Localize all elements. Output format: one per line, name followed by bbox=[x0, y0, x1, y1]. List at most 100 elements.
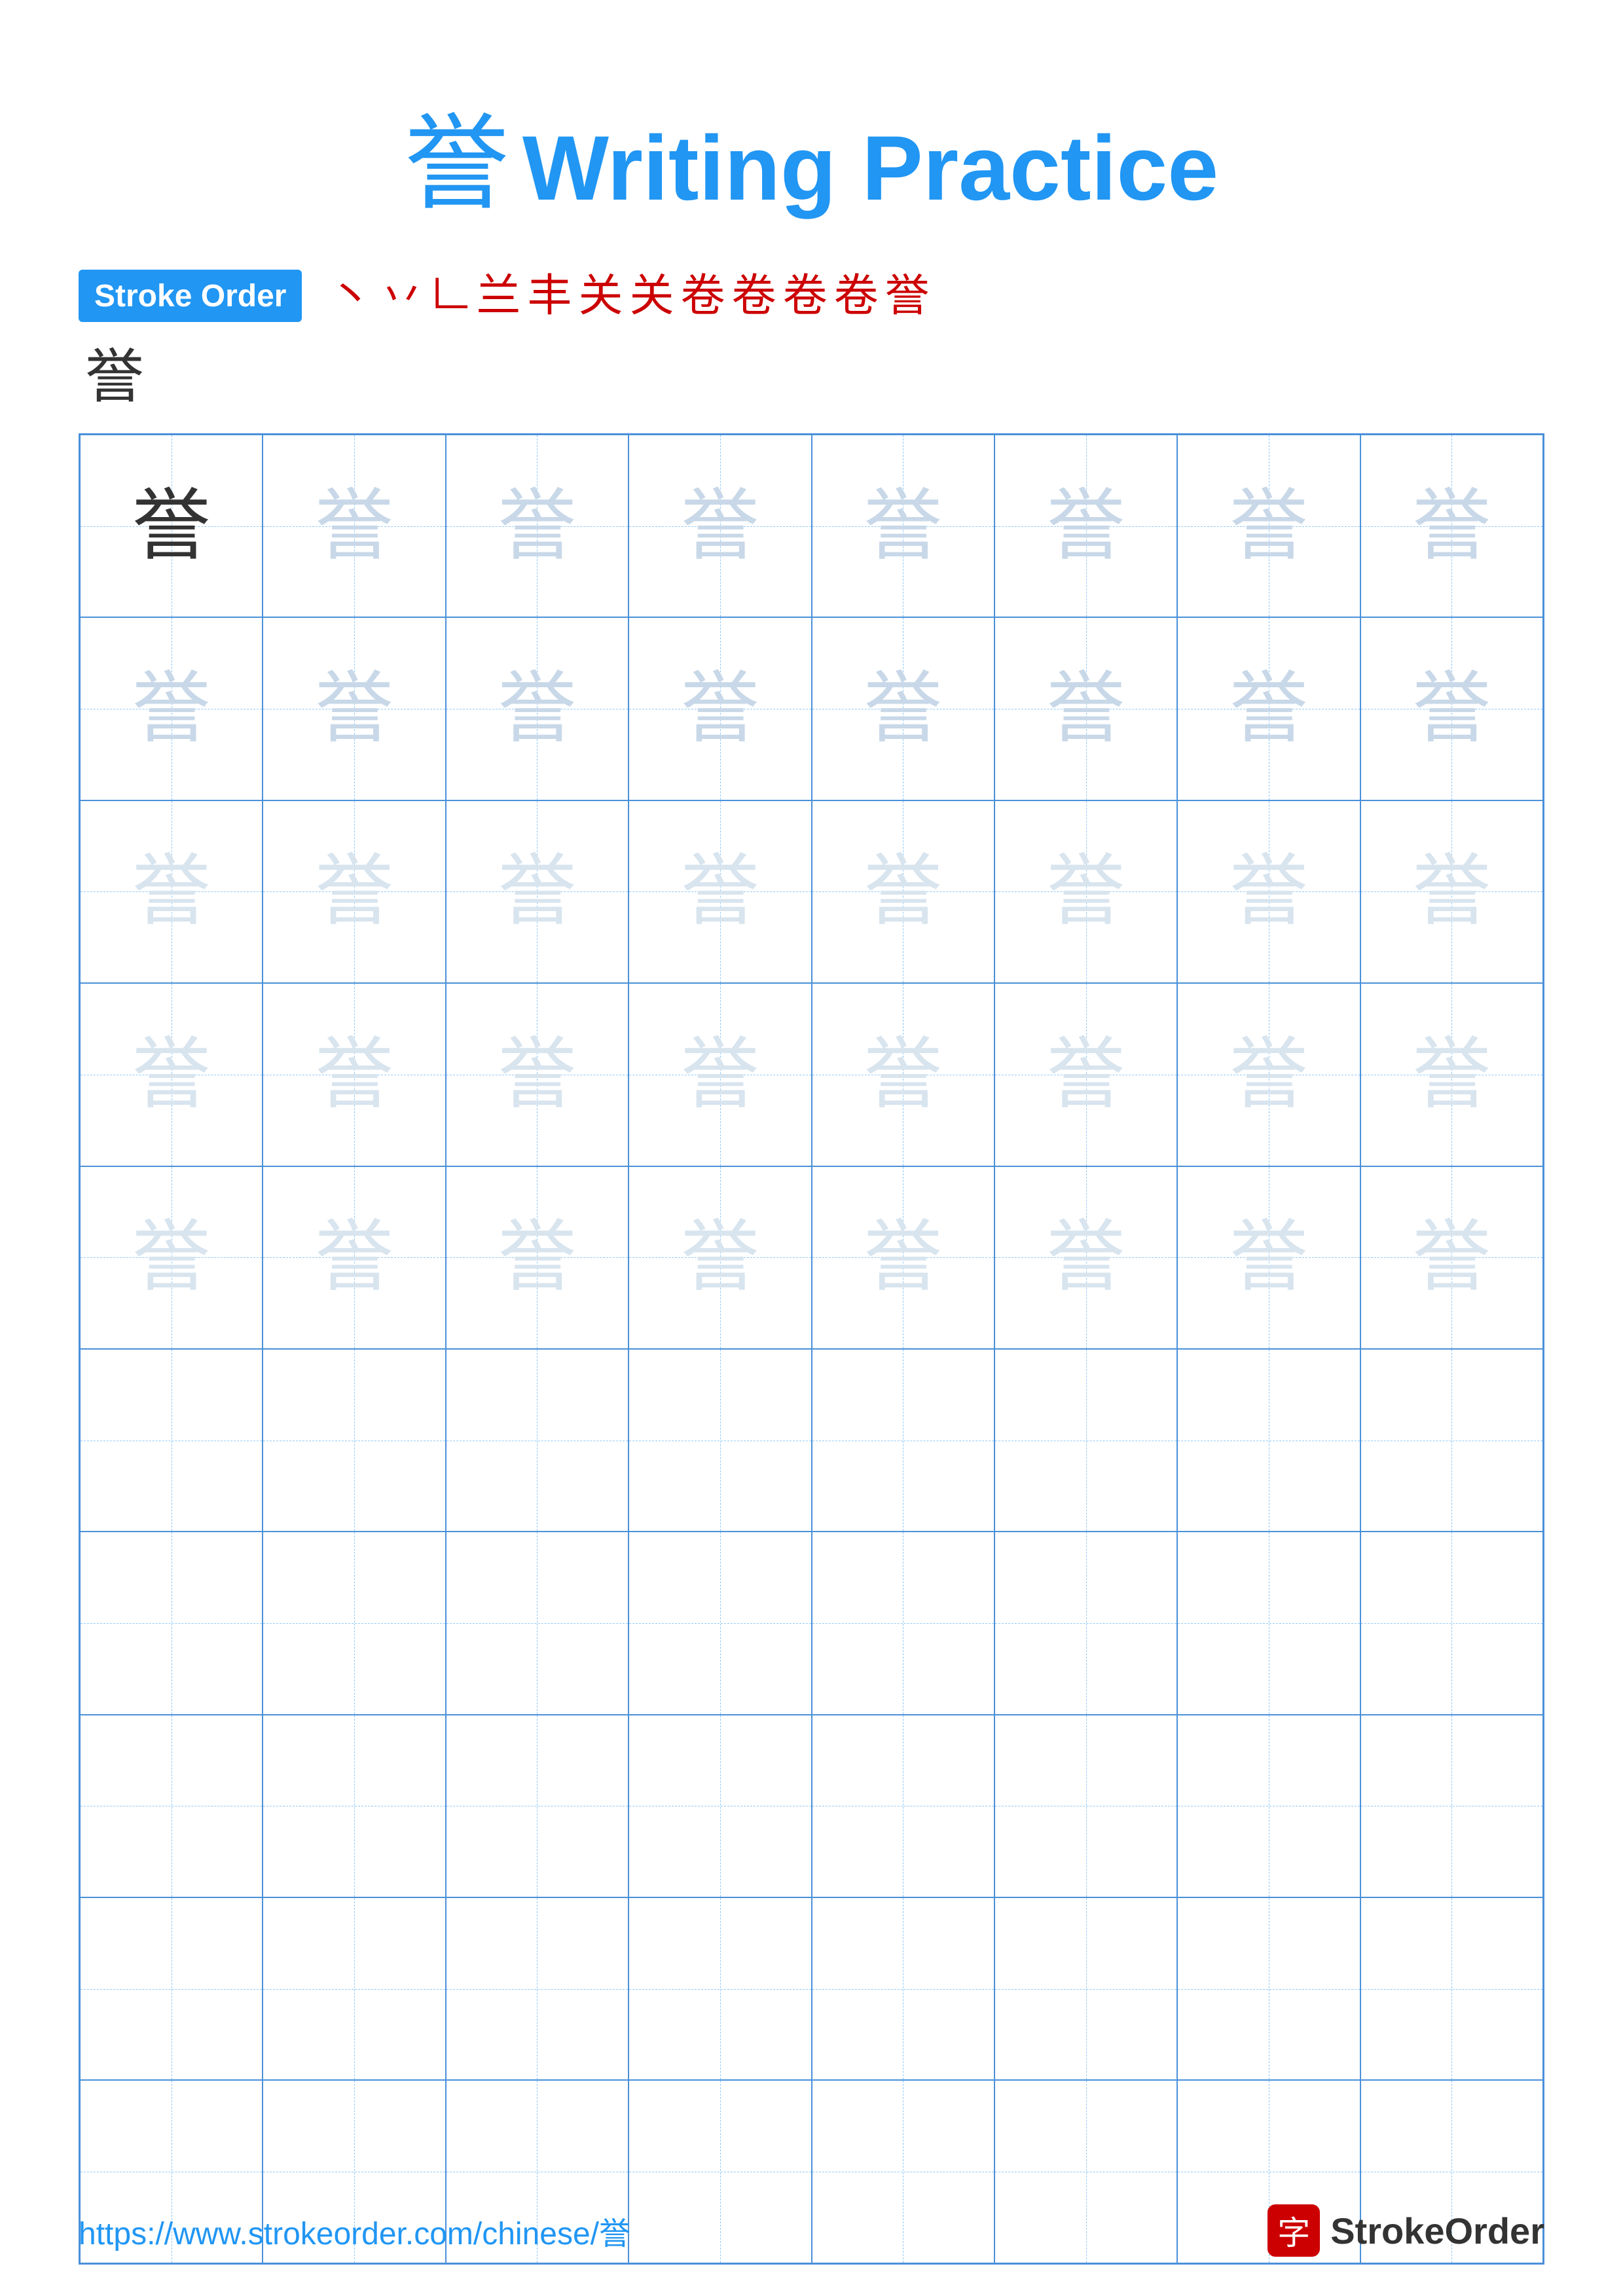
grid-cell-r7c4[interactable] bbox=[629, 1532, 811, 1714]
grid-cell-r2c3[interactable]: 誉 bbox=[446, 617, 629, 800]
grid-cell-r4c6[interactable]: 誉 bbox=[994, 983, 1177, 1166]
grid-cell-r1c1[interactable]: 誉 bbox=[80, 435, 263, 617]
stroke-final-char: 誉 bbox=[85, 329, 144, 414]
footer: https://www.strokeorder.com/chinese/誉 字 … bbox=[79, 2204, 1544, 2257]
grid-cell-r7c7[interactable] bbox=[1177, 1532, 1360, 1714]
grid-cell-r8c4[interactable] bbox=[629, 1715, 811, 1897]
grid-cell-r3c8[interactable]: 誉 bbox=[1360, 800, 1543, 983]
practice-char-dark: 誉 bbox=[132, 487, 211, 565]
footer-logo-icon: 字 bbox=[1267, 2204, 1320, 2257]
grid-cell-r7c5[interactable] bbox=[812, 1532, 994, 1714]
grid-cell-r4c3[interactable]: 誉 bbox=[446, 983, 629, 1166]
grid-cell-r2c7[interactable]: 誉 bbox=[1177, 617, 1360, 800]
grid-cell-r4c2[interactable]: 誉 bbox=[263, 983, 445, 1166]
practice-grid: 誉 誉 誉 誉 誉 誉 誉 誉 誉 誉 誉 誉 誉 誉 誉 誉 誉 誉 誉 誉 … bbox=[79, 433, 1544, 2265]
grid-cell-r8c2[interactable] bbox=[263, 1715, 445, 1897]
grid-cell-r3c2[interactable]: 誉 bbox=[263, 800, 445, 983]
title-text: Writing Practice bbox=[522, 117, 1218, 219]
grid-cell-r8c8[interactable] bbox=[1360, 1715, 1543, 1897]
stroke-12: 誉 bbox=[885, 274, 930, 318]
grid-cell-r3c3[interactable]: 誉 bbox=[446, 800, 629, 983]
grid-cell-r6c6[interactable] bbox=[994, 1349, 1177, 1532]
grid-cell-r5c5[interactable]: 誉 bbox=[812, 1166, 994, 1349]
grid-cell-r3c6[interactable]: 誉 bbox=[994, 800, 1177, 983]
grid-cell-r1c4[interactable]: 誉 bbox=[629, 435, 811, 617]
grid-cell-r3c7[interactable]: 誉 bbox=[1177, 800, 1360, 983]
grid-cell-r1c7[interactable]: 誉 bbox=[1177, 435, 1360, 617]
grid-cell-r4c7[interactable]: 誉 bbox=[1177, 983, 1360, 1166]
grid-cell-r9c8[interactable] bbox=[1360, 1897, 1543, 2080]
grid-cell-r2c2[interactable]: 誉 bbox=[263, 617, 445, 800]
grid-cell-r8c7[interactable] bbox=[1177, 1715, 1360, 1897]
grid-cell-r5c4[interactable]: 誉 bbox=[629, 1166, 811, 1349]
grid-cell-r8c5[interactable] bbox=[812, 1715, 994, 1897]
grid-cell-r6c5[interactable] bbox=[812, 1349, 994, 1532]
stroke-5: 丰 bbox=[527, 274, 572, 318]
title-section: 誉Writing Practice bbox=[79, 79, 1544, 230]
practice-char-light: 誉 bbox=[1047, 487, 1125, 565]
grid-cell-r7c8[interactable] bbox=[1360, 1532, 1543, 1714]
footer-logo: 字 StrokeOrder bbox=[1267, 2204, 1544, 2257]
grid-cell-r5c1[interactable]: 誉 bbox=[80, 1166, 263, 1349]
grid-cell-r6c2[interactable] bbox=[263, 1349, 445, 1532]
grid-cell-r3c4[interactable]: 誉 bbox=[629, 800, 811, 983]
grid-cell-r2c5[interactable]: 誉 bbox=[812, 617, 994, 800]
grid-cell-r4c8[interactable]: 誉 bbox=[1360, 983, 1543, 1166]
grid-cell-r1c5[interactable]: 誉 bbox=[812, 435, 994, 617]
stroke-10: 卷 bbox=[783, 274, 828, 318]
grid-cell-r1c8[interactable]: 誉 bbox=[1360, 435, 1543, 617]
grid-cell-r9c3[interactable] bbox=[446, 1897, 629, 2080]
grid-cell-r1c6[interactable]: 誉 bbox=[994, 435, 1177, 617]
grid-cell-r9c7[interactable] bbox=[1177, 1897, 1360, 2080]
stroke-11: 卷 bbox=[834, 274, 879, 318]
stroke-2: 丷 bbox=[379, 274, 424, 318]
grid-cell-r5c3[interactable]: 誉 bbox=[446, 1166, 629, 1349]
stroke-1: 丶 bbox=[328, 274, 373, 318]
stroke-3: 𠃊 bbox=[430, 276, 469, 315]
grid-cell-r3c1[interactable]: 誉 bbox=[80, 800, 263, 983]
grid-cell-r2c6[interactable]: 誉 bbox=[994, 617, 1177, 800]
grid-cell-r7c1[interactable] bbox=[80, 1532, 263, 1714]
grid-cell-r1c2[interactable]: 誉 bbox=[263, 435, 445, 617]
title-chinese-char: 誉 bbox=[405, 106, 509, 223]
grid-cell-r2c4[interactable]: 誉 bbox=[629, 617, 811, 800]
grid-cell-r5c2[interactable]: 誉 bbox=[263, 1166, 445, 1349]
grid-cell-r6c4[interactable] bbox=[629, 1349, 811, 1532]
grid-cell-r7c6[interactable] bbox=[994, 1532, 1177, 1714]
grid-cell-r9c4[interactable] bbox=[629, 1897, 811, 2080]
practice-char-light: 誉 bbox=[864, 487, 942, 565]
practice-char-light: 誉 bbox=[315, 487, 393, 565]
footer-logo-char: 字 bbox=[1277, 2207, 1310, 2254]
grid-cell-r6c1[interactable] bbox=[80, 1349, 263, 1532]
grid-cell-r4c1[interactable]: 誉 bbox=[80, 983, 263, 1166]
grid-cell-r8c1[interactable] bbox=[80, 1715, 263, 1897]
grid-cell-r6c8[interactable] bbox=[1360, 1349, 1543, 1532]
practice-char-light: 誉 bbox=[1412, 487, 1491, 565]
grid-cell-r6c7[interactable] bbox=[1177, 1349, 1360, 1532]
grid-cell-r9c5[interactable] bbox=[812, 1897, 994, 2080]
grid-cell-r5c6[interactable]: 誉 bbox=[994, 1166, 1177, 1349]
grid-cell-r9c6[interactable] bbox=[994, 1897, 1177, 2080]
footer-url[interactable]: https://www.strokeorder.com/chinese/誉 bbox=[79, 2208, 630, 2253]
grid-cell-r2c1[interactable]: 誉 bbox=[80, 617, 263, 800]
grid-cell-r2c8[interactable]: 誉 bbox=[1360, 617, 1543, 800]
grid-cell-r6c3[interactable] bbox=[446, 1349, 629, 1532]
grid-cell-r5c7[interactable]: 誉 bbox=[1177, 1166, 1360, 1349]
grid-cell-r7c3[interactable] bbox=[446, 1532, 629, 1714]
grid-cell-r4c5[interactable]: 誉 bbox=[812, 983, 994, 1166]
grid-cell-r5c8[interactable]: 誉 bbox=[1360, 1166, 1543, 1349]
grid-cell-r3c5[interactable]: 誉 bbox=[812, 800, 994, 983]
grid-cell-r4c4[interactable]: 誉 bbox=[629, 983, 811, 1166]
footer-logo-text: StrokeOrder bbox=[1330, 2210, 1544, 2252]
stroke-6: 关 bbox=[579, 274, 623, 318]
grid-cell-r7c2[interactable] bbox=[263, 1532, 445, 1714]
stroke-7: 关 bbox=[630, 274, 674, 318]
grid-cell-r1c3[interactable]: 誉 bbox=[446, 435, 629, 617]
stroke-4: 兰 bbox=[476, 274, 520, 318]
practice-char-light: 誉 bbox=[1230, 487, 1308, 565]
grid-cell-r9c2[interactable] bbox=[263, 1897, 445, 2080]
grid-cell-r9c1[interactable] bbox=[80, 1897, 263, 2080]
stroke-8: 卷 bbox=[681, 274, 725, 318]
grid-cell-r8c3[interactable] bbox=[446, 1715, 629, 1897]
grid-cell-r8c6[interactable] bbox=[994, 1715, 1177, 1897]
